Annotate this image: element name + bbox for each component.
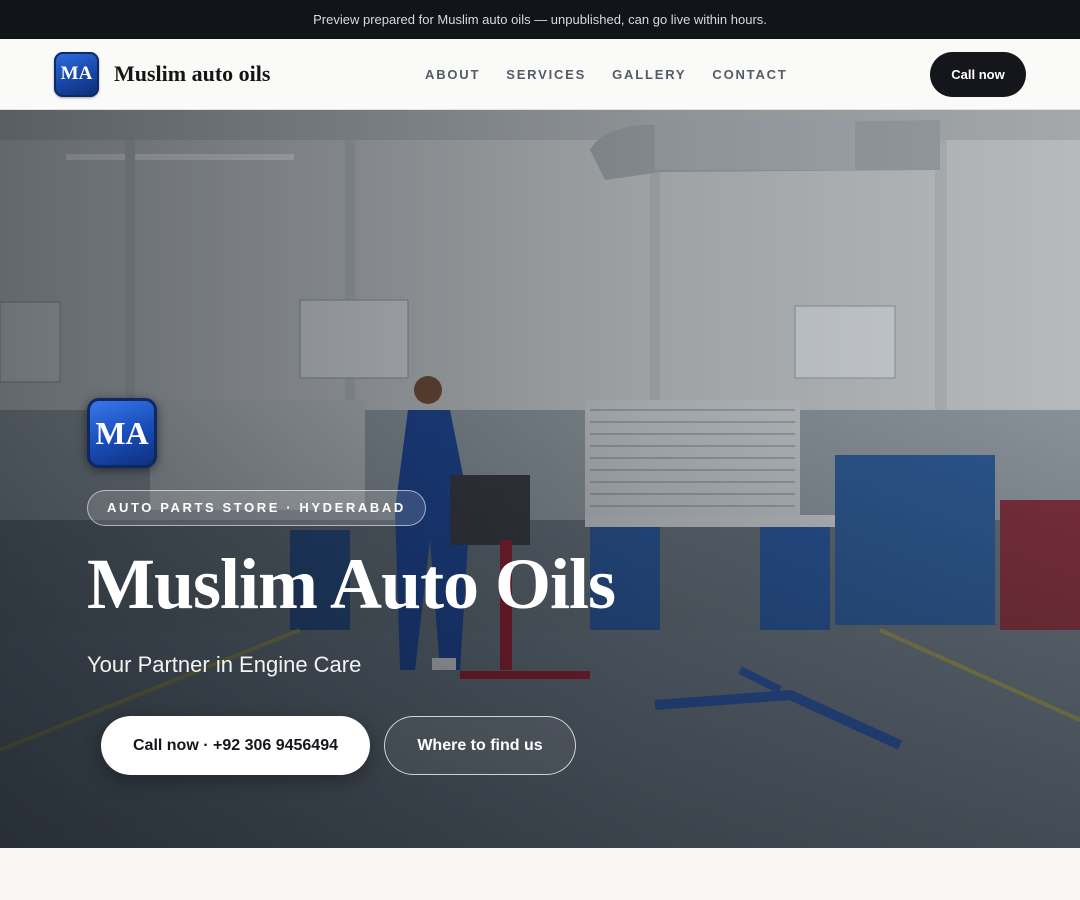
nav-link-services[interactable]: SERVICES [506, 67, 586, 82]
preview-banner: Preview prepared for Muslim auto oils — … [0, 0, 1080, 39]
nav-link-contact[interactable]: CONTACT [712, 67, 787, 82]
nav-link-gallery[interactable]: GALLERY [612, 67, 686, 82]
preview-banner-text: Preview prepared for Muslim auto oils — … [313, 12, 767, 27]
find-us-button[interactable]: Where to find us [384, 716, 576, 775]
brand[interactable]: MA Muslim auto oils [54, 51, 271, 97]
call-phone-button[interactable]: Call now · +92 306 9456494 [101, 716, 370, 775]
header-call-button[interactable]: Call now [930, 52, 1026, 97]
site-header: MA Muslim auto oils ABOUT SERVICES GALLE… [0, 39, 1080, 110]
main-nav: ABOUT SERVICES GALLERY CONTACT [425, 39, 788, 110]
hero-logo: MA [87, 398, 157, 468]
hero-section: MA AUTO PARTS STORE · HYDERABAD Muslim A… [0, 110, 1080, 848]
nav-link-about[interactable]: ABOUT [425, 67, 480, 82]
hero-subtitle: Your Partner in Engine Care [87, 652, 362, 677]
brand-logo: MA [54, 51, 99, 97]
category-location-badge: AUTO PARTS STORE · HYDERABAD [87, 490, 426, 526]
brand-name: Muslim auto oils [114, 61, 271, 86]
hero-buttons: Call now · +92 306 9456494 Where to find… [101, 716, 615, 775]
next-section [0, 848, 1080, 900]
hero-title: Muslim Auto Oils [87, 544, 616, 624]
hero-content: MA AUTO PARTS STORE · HYDERABAD Muslim A… [87, 398, 616, 775]
